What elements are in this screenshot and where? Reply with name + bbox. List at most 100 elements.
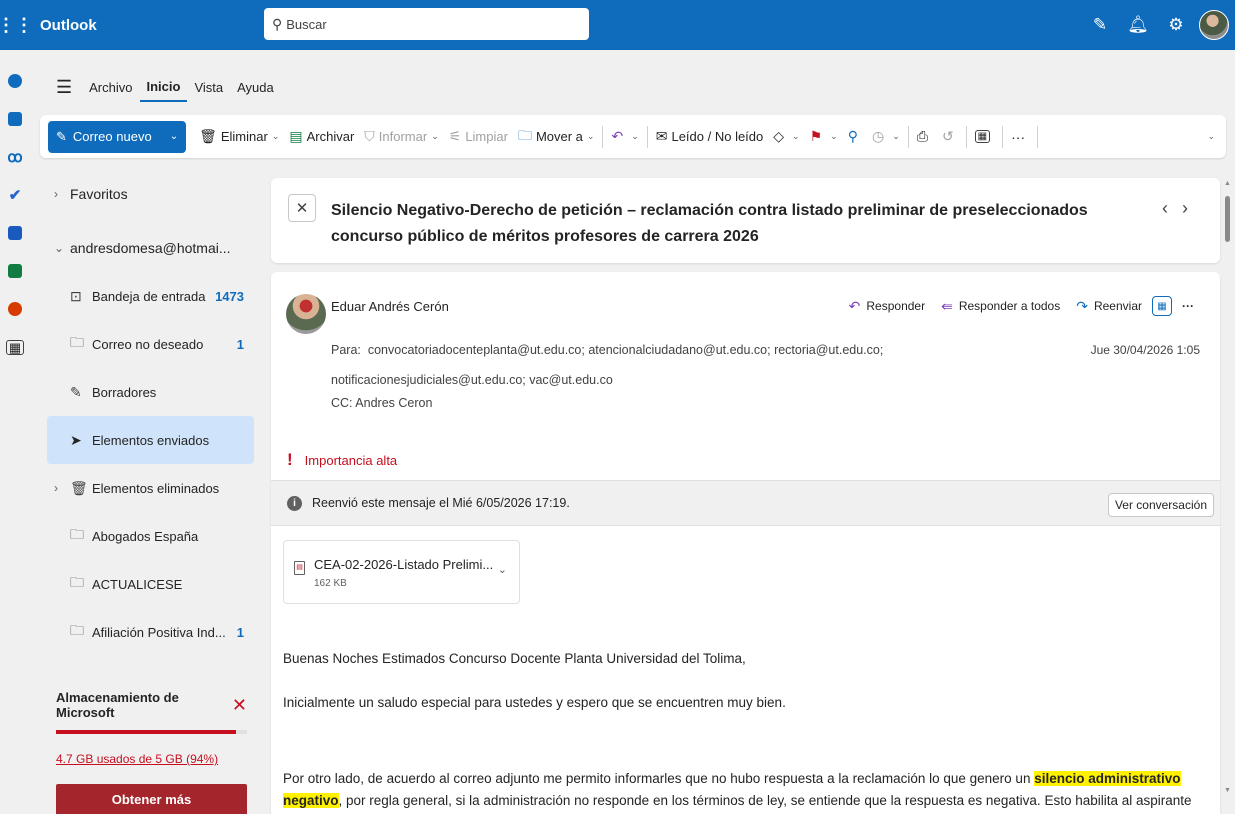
previous-icon[interactable]: ‹ xyxy=(1162,198,1182,218)
more-icon[interactable]: ··· xyxy=(1176,299,1200,313)
folder-junk[interactable]: 🗀 Correo no deseado 1 xyxy=(40,320,260,368)
folder-drafts[interactable]: ✎ Borradores xyxy=(40,368,260,416)
search-box[interactable]: ⚲ xyxy=(264,8,589,40)
undo-icon: ↺ xyxy=(941,128,954,144)
scrollbar[interactable]: ▲ ▼ xyxy=(1221,178,1235,814)
next-icon[interactable]: › xyxy=(1182,198,1202,218)
apps-icon: ▦ xyxy=(974,130,991,143)
chevron-down-icon[interactable]: ⌄ xyxy=(431,131,439,142)
reply-icon: ↶ xyxy=(611,128,624,144)
attachment-size: 162 KB xyxy=(314,578,347,589)
account-group[interactable]: ⌄ andresdomesa@hotmai... xyxy=(40,224,260,272)
hamburger-icon[interactable]: ☰ xyxy=(48,77,82,98)
gear-icon[interactable]: ⚙ xyxy=(1157,15,1195,35)
expand-ribbon-button[interactable]: ⌄ xyxy=(1198,121,1220,153)
forwarded-info-text: Reenvió este mensaje el Mié 6/05/2026 17… xyxy=(312,496,570,510)
chevron-down-icon[interactable]: ⌄ xyxy=(587,131,595,142)
word-app-icon[interactable] xyxy=(0,214,30,252)
report-button[interactable]: ⛉ Informar ⌄ xyxy=(359,121,443,153)
new-mail-button[interactable]: ✎ Correo nuevo ⌄ xyxy=(48,120,187,153)
folder-abogados[interactable]: 🗀 Abogados España xyxy=(40,512,260,560)
app-title[interactable]: Outlook xyxy=(40,17,262,34)
avatar[interactable] xyxy=(1199,10,1229,40)
view-conversation-button[interactable]: Ver conversación xyxy=(1107,493,1214,517)
more-apps-icon[interactable]: ▦ xyxy=(0,328,30,366)
recipients: Para: convocatoriadocenteplanta@ut.edu.c… xyxy=(331,335,1051,395)
people-app-icon[interactable]: ꝏ xyxy=(0,138,30,176)
archive-button[interactable]: ▤ Archivar xyxy=(284,121,359,153)
sender-name[interactable]: Eduar Andrés Cerón xyxy=(331,299,449,314)
tag-button[interactable]: ◇ ⌄ xyxy=(768,121,804,153)
attachment-name: CEA-02-2026-Listado Prelimi... xyxy=(314,557,494,572)
calendar-app-icon[interactable] xyxy=(0,100,30,138)
scroll-down-icon[interactable]: ▼ xyxy=(1224,787,1231,794)
menu-inicio[interactable]: Inicio xyxy=(139,72,188,102)
chevron-right-icon[interactable]: › xyxy=(54,187,70,201)
todo-app-icon[interactable]: ✔ xyxy=(0,176,30,214)
print-button[interactable]: ⎙ xyxy=(912,121,937,153)
favorites-group[interactable]: › Favoritos xyxy=(40,170,260,218)
chevron-down-icon[interactable]: ⌄ xyxy=(54,241,70,255)
divider xyxy=(965,125,967,148)
bell-icon[interactable]: 🔔︎ xyxy=(1119,15,1157,35)
office-app-icon[interactable] xyxy=(0,290,30,328)
undo-button[interactable]: ↺ xyxy=(937,121,963,153)
sweep-button[interactable]: ⚟ Limpiar xyxy=(444,121,513,153)
delete-button[interactable]: 🗑︎ Eliminar ⌄ xyxy=(194,121,284,153)
folder-sent[interactable]: ➤ Elementos enviados xyxy=(47,416,254,464)
highlighted-text: negativo xyxy=(283,793,339,808)
excel-app-icon[interactable] xyxy=(0,252,30,290)
get-more-button[interactable]: Obtener más xyxy=(56,784,247,814)
storage-used-link[interactable]: 4.7 GB usados de 5 GB (94%) xyxy=(48,734,255,766)
chevron-down-icon[interactable]: ⌄ xyxy=(498,563,507,576)
chevron-down-icon[interactable]: ⌄ xyxy=(631,131,639,142)
read-unread-button[interactable]: ✉ Leído / No leído xyxy=(651,121,769,153)
menu-vista[interactable]: Vista xyxy=(187,72,230,102)
chevron-down-icon[interactable]: ⌄ xyxy=(170,131,178,142)
recipients-line-2[interactable]: notificacionesjudiciales@ut.edu.co; vac@… xyxy=(331,373,613,387)
forward-label: Reenviar xyxy=(1093,299,1142,313)
search-input[interactable] xyxy=(286,16,567,32)
broom-icon: ⚟ xyxy=(448,128,462,144)
new-mail-label: Correo nuevo xyxy=(72,129,152,144)
attachment-card[interactable]: ▤ CEA-02-2026-Listado Prelimi... 162 KB … xyxy=(283,540,520,604)
importance-label: Importancia alta xyxy=(304,452,398,468)
folder-afiliacion[interactable]: 🗀 Afiliación Positiva Ind... 1 xyxy=(40,608,260,656)
close-icon[interactable]: ✕ xyxy=(232,695,247,716)
folder-deleted[interactable]: › 🗑︎ Elementos eliminados xyxy=(40,464,260,512)
reply-all-button[interactable]: ⇚ Responder a todos xyxy=(935,294,1066,318)
body-paragraph: Inicialmente un saludo especial para ust… xyxy=(283,695,786,710)
pin-button[interactable]: ⚲ xyxy=(843,121,867,153)
more-options-button[interactable]: ··· xyxy=(1006,121,1034,153)
notes-icon[interactable]: ✎ xyxy=(1081,15,1119,35)
app-launcher-icon[interactable]: ⋮⋮ xyxy=(0,0,33,50)
reply-dropdown-button[interactable]: ↶ ⌄ xyxy=(606,121,643,153)
close-icon[interactable]: ✕ xyxy=(288,194,316,222)
chevron-down-icon[interactable]: ⌄ xyxy=(892,131,900,142)
folder-inbox[interactable]: ⊡ Bandeja de entrada 1473 xyxy=(40,272,260,320)
scrollbar-thumb[interactable] xyxy=(1225,196,1230,242)
menu-archivo[interactable]: Archivo xyxy=(82,72,139,102)
move-button[interactable]: 🗀 Mover a ⌄ xyxy=(513,121,600,153)
flag-button[interactable]: ⚑ ⌄ xyxy=(805,121,843,153)
sender-avatar[interactable] xyxy=(286,294,326,334)
mail-app-icon[interactable] xyxy=(0,62,30,100)
chevron-right-icon[interactable]: › xyxy=(54,481,70,495)
folder-label: Correo no deseado xyxy=(92,336,204,352)
chevron-down-icon[interactable]: ⌄ xyxy=(792,131,800,142)
chevron-down-icon[interactable]: ⌄ xyxy=(272,131,280,142)
reply-button[interactable]: ↶ Responder xyxy=(843,294,931,318)
apps-button[interactable]: ▦ xyxy=(970,121,999,153)
scroll-up-icon[interactable]: ▲ xyxy=(1224,180,1231,187)
recipients-line-1[interactable]: convocatoriadocenteplanta@ut.edu.co; ate… xyxy=(368,343,884,357)
apps-icon[interactable]: ▦ xyxy=(1152,296,1172,316)
snooze-button[interactable]: ◷ ⌄ xyxy=(867,121,905,153)
forward-button[interactable]: ↷ Reenviar xyxy=(1070,294,1148,318)
to-label: Para: xyxy=(331,343,361,357)
chevron-down-icon[interactable]: ⌄ xyxy=(830,131,838,142)
reply-label: Responder xyxy=(866,299,926,313)
body-paragraph: Por otro lado, de acuerdo al correo adju… xyxy=(283,768,1213,814)
menu-ayuda[interactable]: Ayuda xyxy=(230,72,281,102)
folder-actualicese[interactable]: 🗀 ACTUALICESE xyxy=(40,560,260,608)
junk-icon: 🗀 xyxy=(70,334,84,350)
